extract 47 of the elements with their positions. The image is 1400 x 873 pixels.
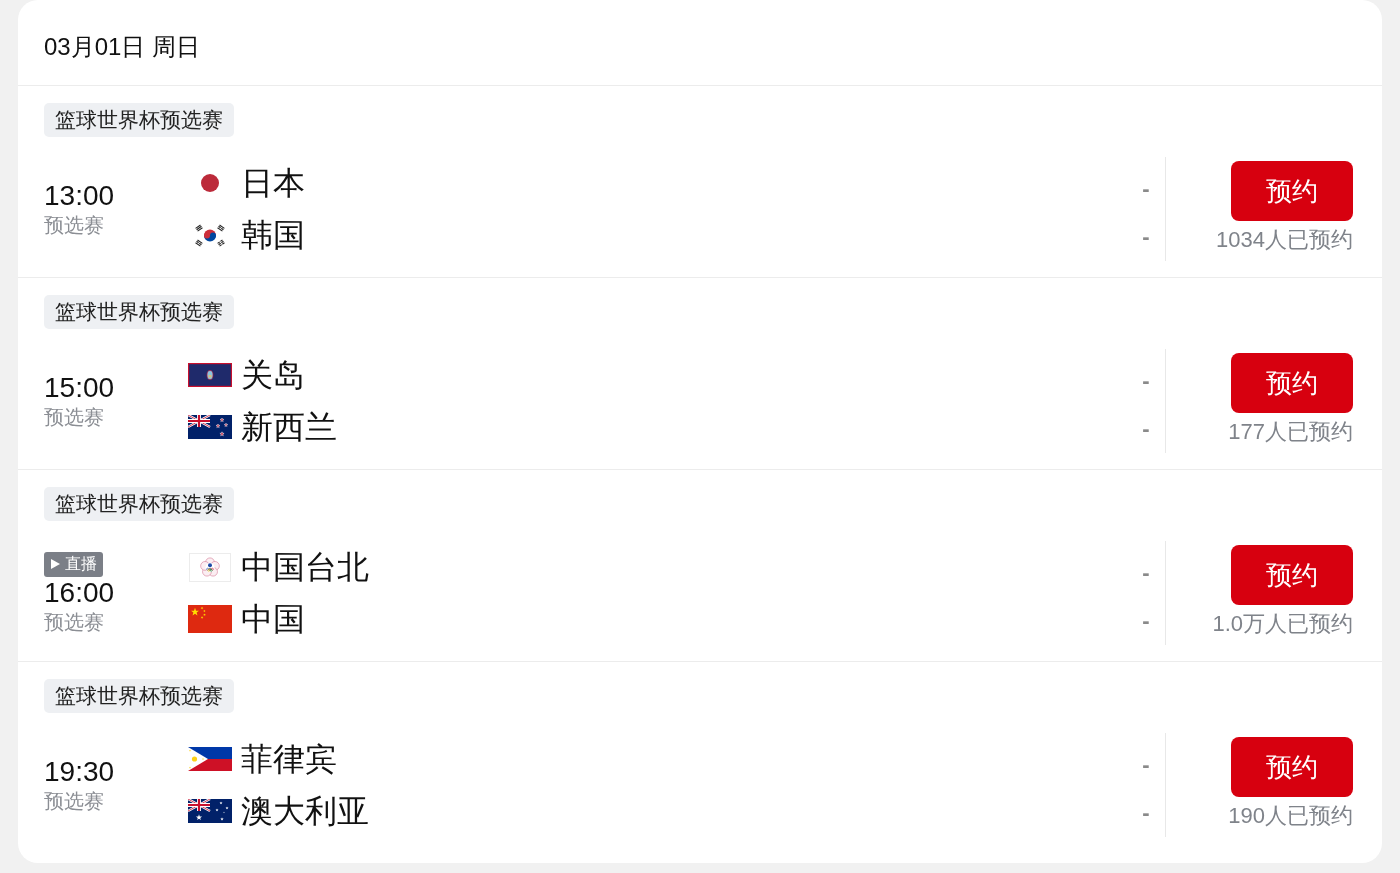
reservation-count: 177人已预约 <box>1228 418 1353 446</box>
reservation-count: 1034人已预约 <box>1216 226 1353 254</box>
stage-label: 预选赛 <box>44 405 104 430</box>
reserve-button[interactable]: 预约 <box>1231 737 1353 797</box>
team-score: - <box>1142 751 1150 779</box>
australia-flag-icon <box>188 799 232 823</box>
stage-label: 预选赛 <box>44 789 104 814</box>
reserve-button[interactable]: 预约 <box>1231 545 1353 605</box>
stage-label: 预选赛 <box>44 609 104 635</box>
league-tag: 篮球世界杯预选赛 <box>44 487 234 521</box>
league-tag: 篮球世界杯预选赛 <box>44 679 234 713</box>
stage-label: 预选赛 <box>44 213 104 238</box>
team-score: - <box>1142 607 1150 635</box>
play-icon <box>51 559 60 569</box>
team-name: 中国台北 <box>241 548 369 587</box>
reserve-button[interactable]: 预约 <box>1231 161 1353 221</box>
team-score: - <box>1142 559 1150 587</box>
japan-flag-icon <box>201 174 219 192</box>
team-score: - <box>1142 223 1150 251</box>
league-tag: 篮球世界杯预选赛 <box>44 103 234 137</box>
team-score: - <box>1142 799 1150 827</box>
date-header: 03月01日 周日 <box>44 31 201 62</box>
china-flag-icon <box>188 605 232 633</box>
match-time: 13:00 <box>44 180 115 212</box>
team-name: 关岛 <box>241 356 305 395</box>
team-score: - <box>1142 175 1150 203</box>
chinese-taipei-flag-icon <box>189 552 231 582</box>
guam-flag-icon <box>188 363 232 387</box>
philippines-flag-icon <box>188 747 232 771</box>
team-name: 韩国 <box>241 216 305 255</box>
team-score: - <box>1142 367 1150 395</box>
reservation-count: 190人已预约 <box>1228 802 1353 830</box>
south-korea-flag-icon <box>194 222 226 248</box>
team-name: 中国 <box>241 600 305 639</box>
team-name: 日本 <box>241 164 305 203</box>
team-name: 澳大利亚 <box>241 792 369 831</box>
reservation-count: 1.0万人已预约 <box>1212 610 1353 638</box>
new-zealand-flag-icon <box>188 415 232 439</box>
league-tag: 篮球世界杯预选赛 <box>44 295 234 329</box>
team-name: 菲律宾 <box>241 740 337 779</box>
match-time: 19:30 <box>44 756 115 788</box>
match-time: 15:00 <box>44 372 115 404</box>
reserve-button[interactable]: 预约 <box>1231 353 1353 413</box>
team-name: 新西兰 <box>241 408 337 447</box>
match-time: 16:00 <box>44 576 115 609</box>
team-score: - <box>1142 415 1150 443</box>
live-label: 直播 <box>65 554 97 574</box>
